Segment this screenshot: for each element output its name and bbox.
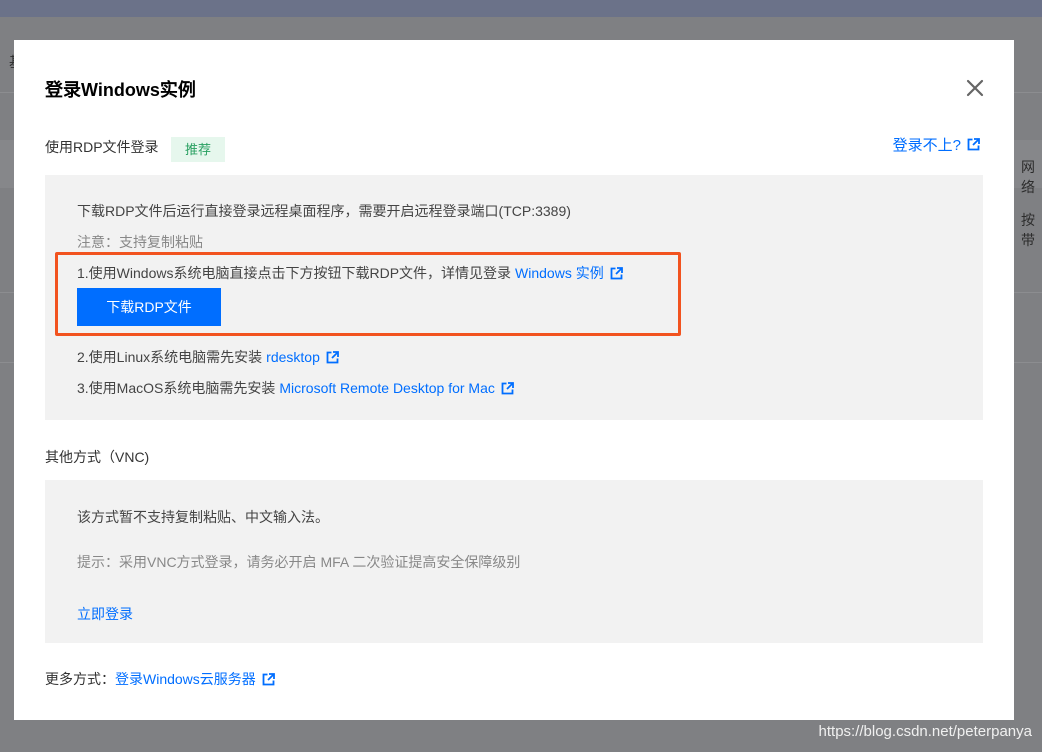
rdp-step-linux: 2.使用Linux系统电脑需先安装 rdesktop [77, 347, 339, 367]
rdp-step-text: 3.使用MacOS系统电脑需先安装 [77, 380, 276, 396]
vnc-hint: 提示：采用VNC方式登录，请务必开启 MFA 二次验证提高安全保障级别 [77, 554, 521, 570]
vnc-panel: 该方式暂不支持复制粘贴、中文输入法。 提示：采用VNC方式登录，请务必开启 MF… [45, 480, 983, 643]
login-trouble-link[interactable]: 登录不上? [893, 134, 980, 155]
rdp-step-windows: 1.使用Windows系统电脑直接点击下方按钮下载RDP文件，详情见登录 Win… [77, 263, 623, 283]
vnc-section-label: 其他方式（VNC) [45, 449, 150, 465]
rdp-section-label: 使用RDP文件登录 [45, 139, 159, 155]
rdp-step-text: 2.使用Linux系统电脑需先安装 [77, 349, 263, 365]
rdp-note: 注意：支持复制粘贴 [77, 234, 203, 250]
download-rdp-button[interactable]: 下载RDP文件 [77, 288, 221, 326]
rdp-panel: 下载RDP文件后运行直接登录远程桌面程序，需要开启远程登录端口(TCP:3389… [45, 175, 983, 420]
watermark-url: https://blog.csdn.net/peterpanya [818, 723, 1032, 740]
external-link-icon [326, 350, 339, 364]
windows-instance-link[interactable]: Windows 实例 [515, 263, 604, 283]
more-options-label: 更多方式： [45, 671, 115, 687]
rdp-description: 下载RDP文件后运行直接登录远程桌面程序，需要开启远程登录端口(TCP:3389… [77, 203, 571, 219]
background-topbar [0, 0, 1042, 17]
vnc-login-row: 立即登录 [77, 604, 133, 624]
external-link-icon [610, 266, 623, 280]
rdesktop-link[interactable]: rdesktop [266, 349, 320, 365]
vnc-login-link[interactable]: 立即登录 [77, 604, 133, 624]
external-link-icon [967, 138, 980, 151]
vnc-description: 该方式暂不支持复制粘贴、中文输入法。 [77, 509, 329, 525]
background-text-fragment: 网络 [1021, 159, 1035, 195]
external-link-icon [501, 381, 514, 395]
rdp-step-text: 1.使用Windows系统电脑直接点击下方按钮下载RDP文件，详情见登录 [77, 265, 512, 281]
more-options-row: 更多方式： 登录Windows云服务器 [45, 669, 275, 689]
close-icon [963, 76, 987, 100]
background-text-fragment: 按带 [1021, 212, 1035, 248]
windows-cloud-server-link[interactable]: 登录Windows云服务器 [115, 669, 256, 689]
login-windows-dialog: 登录Windows实例 使用RDP文件登录 推荐 登录不上? 下载RDP文件后运… [14, 40, 1014, 720]
external-link-icon [262, 672, 275, 686]
close-button[interactable] [963, 76, 987, 100]
recommended-badge: 推荐 [171, 137, 225, 162]
rdp-step-macos: 3.使用MacOS系统电脑需先安装 Microsoft Remote Deskt… [77, 378, 514, 398]
login-trouble-link-label: 登录不上? [892, 137, 961, 154]
dialog-title: 登录Windows实例 [45, 80, 196, 100]
microsoft-remote-desktop-link[interactable]: Microsoft Remote Desktop for Mac [279, 380, 495, 396]
